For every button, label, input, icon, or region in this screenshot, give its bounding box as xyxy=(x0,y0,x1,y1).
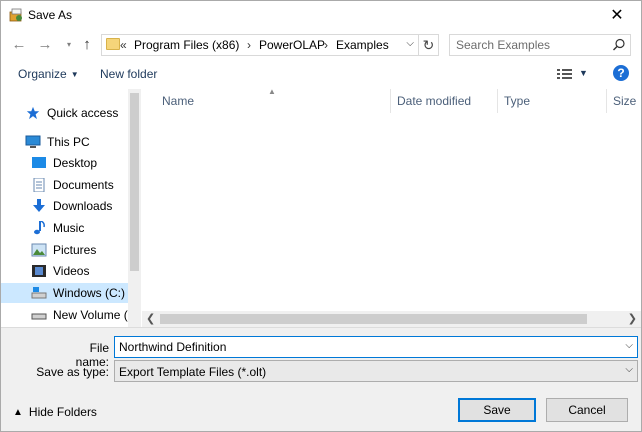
column-header-date-modified[interactable]: Date modified xyxy=(391,89,498,113)
star-icon xyxy=(26,106,40,120)
chevron-down-icon[interactable]: ⌵ xyxy=(625,340,633,351)
search-icon xyxy=(613,38,625,51)
nav-item-this-pc[interactable]: This PC xyxy=(1,132,128,152)
nav-item-music[interactable]: Music xyxy=(1,218,128,238)
breadcrumb-overflow[interactable]: « xyxy=(120,38,127,52)
filename-combo[interactable]: ⌵ xyxy=(114,336,638,358)
nav-label: Documents xyxy=(53,178,114,192)
nav-item-new-volume-d[interactable]: New Volume (D: xyxy=(1,305,140,325)
computer-icon xyxy=(25,135,41,148)
back-arrow-icon[interactable]: ← xyxy=(11,37,27,53)
column-header-type[interactable]: Type xyxy=(498,89,607,113)
scroll-right-icon[interactable]: ❯ xyxy=(628,312,637,325)
scrollbar-thumb[interactable] xyxy=(130,93,139,271)
up-arrow-icon[interactable]: ↑ xyxy=(79,37,95,53)
organize-button[interactable]: Organize ▼ xyxy=(18,67,79,81)
nav-item-videos[interactable]: Videos xyxy=(1,261,128,281)
save-button[interactable]: Save xyxy=(458,398,536,422)
breadcrumb-powerolap[interactable]: PowerOLAP xyxy=(259,38,325,52)
videos-icon xyxy=(32,265,46,277)
filename-input[interactable] xyxy=(115,337,615,357)
nav-label: Pictures xyxy=(53,243,97,257)
scroll-left-icon[interactable]: ❮ xyxy=(146,312,155,325)
organize-label: Organize xyxy=(18,67,67,81)
drive-icon xyxy=(31,313,47,320)
breadcrumb-program-files[interactable]: Program Files (x86) xyxy=(134,38,239,52)
forward-arrow-icon[interactable]: → xyxy=(37,37,53,53)
command-bar: Organize ▼ New folder ▼ ? xyxy=(1,61,641,89)
view-dropdown-chevron-icon[interactable]: ▼ xyxy=(579,68,588,78)
nav-label: New Volume (D: xyxy=(53,308,140,322)
desktop-icon xyxy=(32,157,46,168)
hide-folders-button[interactable]: ▲ Hide Folders xyxy=(13,405,97,419)
title-bar: Save As ✕ xyxy=(1,1,641,29)
save-options-panel: File name: ⌵ Save as type: Export Templa… xyxy=(1,327,641,431)
pictures-icon xyxy=(31,243,47,257)
breadcrumb-separator: › xyxy=(324,38,328,52)
refresh-button[interactable]: ↻ xyxy=(419,34,439,56)
nav-label: Downloads xyxy=(53,199,113,213)
save-as-type-select[interactable]: Export Template Files (*.olt) ⌵ xyxy=(114,360,638,382)
nav-item-documents[interactable]: Documents xyxy=(1,175,128,195)
chevron-down-icon[interactable]: ⌵ xyxy=(625,364,633,375)
drive-icon xyxy=(31,287,47,299)
nav-item-downloads[interactable]: Downloads xyxy=(1,196,128,216)
address-bar[interactable]: « Program Files (x86) › PowerOLAP › Exam… xyxy=(101,34,419,56)
save-as-dialog: Save As ✕ ← → ▾ ↑ « Program Files (x86) … xyxy=(0,0,642,432)
save-as-type-label: Save as type: xyxy=(36,365,109,379)
nav-label: Quick access xyxy=(47,106,119,120)
close-icon: ✕ xyxy=(610,7,624,24)
documents-icon xyxy=(33,178,45,192)
hide-folders-label: Hide Folders xyxy=(28,405,97,419)
nav-item-desktop[interactable]: Desktop xyxy=(1,153,128,173)
scrollbar-thumb[interactable] xyxy=(160,314,587,324)
folder-icon xyxy=(106,38,120,50)
new-folder-button[interactable]: New folder xyxy=(100,67,157,81)
nav-item-pictures[interactable]: Pictures xyxy=(1,240,128,260)
nav-item-windows-c[interactable]: Windows (C:) xyxy=(1,283,128,303)
nav-item-quick-access[interactable]: Quick access xyxy=(1,103,128,123)
nav-label: Desktop xyxy=(53,156,98,170)
column-header-size[interactable]: Size xyxy=(607,89,641,113)
breadcrumb-examples[interactable]: Examples xyxy=(336,38,389,52)
nav-label: Music xyxy=(53,221,85,235)
breadcrumb-separator: › xyxy=(247,38,251,52)
chevron-up-icon: ▲ xyxy=(13,406,23,418)
search-box[interactable] xyxy=(449,34,631,56)
recent-locations-chevron-icon[interactable]: ▾ xyxy=(61,37,77,53)
search-input[interactable] xyxy=(450,35,610,55)
nav-label: This PC xyxy=(47,135,90,149)
app-icon xyxy=(9,8,22,22)
music-icon xyxy=(34,221,45,235)
navigation-pane: Quick access This PC Desktop Documents D… xyxy=(1,89,141,327)
navigation-scrollbar[interactable] xyxy=(128,89,141,327)
save-as-type-value: Export Template Files (*.olt) xyxy=(119,365,267,379)
file-list: ▲ Name Date modified Type Size ❮ ❯ xyxy=(142,87,641,327)
view-options-icon[interactable] xyxy=(557,68,573,80)
address-dropdown-chevron-icon[interactable]: ⌵ xyxy=(406,38,414,49)
chevron-down-icon: ▼ xyxy=(70,70,79,79)
nav-label: Windows (C:) xyxy=(53,286,126,300)
nav-label: Videos xyxy=(53,264,90,278)
horizontal-scrollbar[interactable]: ❮ ❯ xyxy=(142,311,641,327)
download-icon xyxy=(33,199,45,212)
cancel-button[interactable]: Cancel xyxy=(546,398,628,422)
window-title: Save As xyxy=(28,8,73,22)
help-icon[interactable]: ? xyxy=(613,65,629,81)
column-header-name[interactable]: Name xyxy=(156,89,391,113)
close-button[interactable]: ✕ xyxy=(595,1,639,29)
refresh-icon: ↻ xyxy=(422,37,435,53)
